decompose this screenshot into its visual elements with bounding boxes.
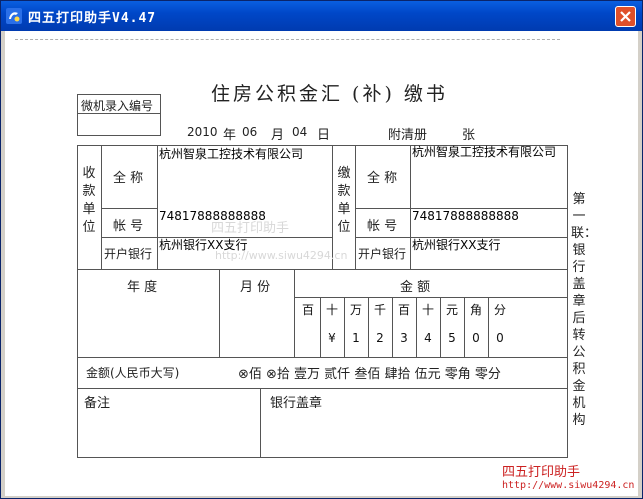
digit-value-7: 0	[472, 331, 480, 345]
payee-group-label: 收款单位	[82, 166, 96, 235]
grid-line	[77, 269, 568, 270]
grid-line	[410, 145, 411, 269]
payer-name-value: 杭州智泉工控技术有限公司	[412, 145, 557, 159]
grid-line	[219, 269, 220, 357]
print-preview: 住房公积金汇 (补) 缴书 微机录入编号 2010 年 06 月 04 日 附清…	[5, 31, 638, 496]
rmb-amount-text: ⊗佰 ⊗拾 壹万 贰仟 叁佰 肆拾 伍元 零角 零分	[238, 367, 501, 382]
close-button[interactable]	[615, 6, 636, 27]
grid-line	[294, 269, 295, 357]
payer-group-label: 缴款单位	[337, 166, 351, 235]
attachment-unit: 张	[462, 128, 476, 143]
watermark-url: http://www.siwu4294.cn	[502, 480, 635, 491]
digit-unit-3: 千	[373, 303, 386, 317]
digit-unit-2: 万	[349, 303, 362, 317]
digit-unit-8: 分	[493, 303, 506, 317]
remark-label: 备注	[84, 396, 111, 411]
payer-account-label: 帐 号	[367, 219, 398, 234]
grid-line	[260, 388, 261, 458]
payee-account-label: 帐 号	[113, 219, 144, 234]
date-year-unit: 年	[223, 128, 237, 143]
digit-unit-4: 百	[397, 303, 410, 317]
grid-line	[101, 208, 157, 209]
digit-unit-7: 角	[469, 303, 482, 317]
attachment-label: 附清册	[388, 128, 428, 143]
title-bar[interactable]: 四五打印助手V4.47	[1, 1, 642, 31]
watermark-name: 四五打印助手	[502, 465, 581, 480]
entry-number-label: 微机录入编号	[81, 99, 154, 113]
printer-assistant-icon	[6, 8, 22, 24]
app-window: 四五打印助手V4.47 住房公积金汇 (补) 缴书 微机录入编号 2010 年 …	[0, 0, 643, 499]
digit-value-3: 2	[376, 331, 384, 345]
amount-header: 金 额	[400, 280, 431, 295]
form-title: 住房公积金汇 (补) 缴书	[211, 83, 448, 105]
window-title: 四五打印助手V4.47	[28, 11, 157, 26]
payee-name-label: 全 称	[113, 171, 144, 186]
watermark-url-faint: http://www.siwu4294.cn	[215, 249, 348, 262]
month-header: 月 份	[240, 280, 271, 295]
date-day: 04	[292, 125, 308, 139]
grid-line	[77, 357, 568, 358]
payee-name-value: 杭州智泉工控技术有限公司	[159, 147, 304, 161]
watermark-name-faint: 四五打印助手	[211, 221, 290, 236]
grid-line	[157, 145, 158, 269]
payer-bank-value: 杭州银行XX支行	[412, 238, 501, 252]
digit-value-6: 5	[448, 331, 456, 345]
year-header: 年 度	[127, 280, 158, 295]
grid-line	[355, 145, 356, 269]
digit-value-5: 4	[424, 331, 432, 345]
grid-line	[294, 297, 568, 298]
digit-value-4: 3	[400, 331, 408, 345]
digit-unit-1: 十	[325, 303, 338, 317]
digit-unit-5: 十	[421, 303, 434, 317]
rmb-label: 金额(人民币大写)	[86, 366, 180, 380]
date-month: 06	[242, 125, 258, 139]
digit-value-1: ¥	[328, 331, 336, 345]
top-cut-line	[15, 39, 560, 40]
digit-unit-0: 百	[301, 303, 314, 317]
date-month-unit: 月	[271, 128, 285, 143]
grid-line	[101, 145, 102, 269]
date-year: 2010	[187, 125, 218, 139]
payer-account-value: 74817888888888	[412, 209, 519, 223]
digit-unit-6: 元	[445, 303, 458, 317]
grid-line	[77, 388, 568, 389]
digit-value-2: 1	[352, 331, 360, 345]
date-day-unit: 日	[317, 128, 331, 143]
close-icon	[620, 11, 631, 22]
copy-side-note: 第一联：银行盖章后转公积金机构	[571, 192, 598, 428]
digit-value-8: 0	[496, 331, 504, 345]
payer-bank-label: 开户银行	[358, 247, 407, 261]
payee-bank-label: 开户银行	[104, 247, 153, 261]
payer-name-label: 全 称	[367, 171, 398, 186]
bank-seal-label: 银行盖章	[270, 396, 323, 411]
